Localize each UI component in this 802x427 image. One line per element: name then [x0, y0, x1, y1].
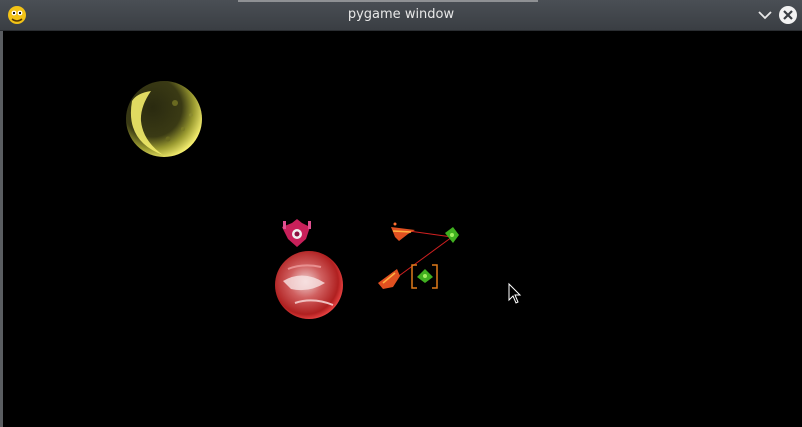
pink-starbase[interactable]: [282, 219, 311, 247]
title-bar[interactable]: pygame window: [0, 0, 802, 31]
window-title: pygame window: [347, 7, 455, 22]
red-fighter[interactable]: [391, 222, 415, 242]
pygame-window: pygame window: [0, 0, 802, 427]
title-bar-highlight: [238, 0, 538, 2]
game-canvas[interactable]: [3, 31, 802, 427]
green-fighter-selected[interactable]: [411, 264, 438, 289]
chevron-down-icon[interactable]: [755, 5, 775, 25]
mouse-pointer-icon: [508, 282, 522, 304]
laser-beam: [408, 230, 453, 238]
game-scene: [126, 81, 522, 319]
close-icon[interactable]: [778, 5, 798, 25]
red-fighter[interactable]: [378, 269, 400, 289]
yellow-planet[interactable]: [126, 81, 202, 157]
red-planet[interactable]: [275, 251, 343, 319]
